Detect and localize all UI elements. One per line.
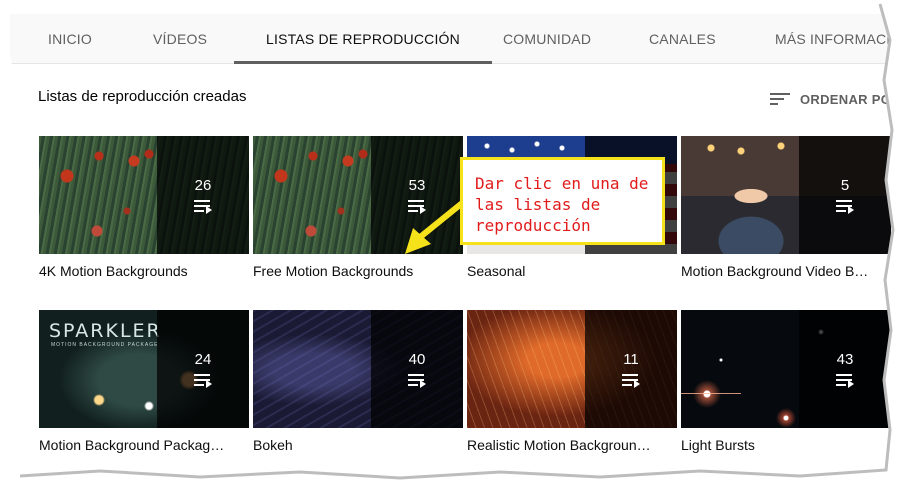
video-count: 26 bbox=[194, 176, 212, 194]
playlist-thumbnail[interactable]: 11 bbox=[467, 310, 677, 428]
playlist-title[interactable]: Bokeh bbox=[253, 437, 463, 453]
playlist-count-overlay: 24 bbox=[157, 310, 249, 428]
sort-icon bbox=[770, 92, 790, 106]
playlist-thumbnail[interactable]: 40 bbox=[253, 310, 463, 428]
playlist-icon bbox=[836, 199, 854, 214]
playlist-count-overlay: 43 bbox=[799, 310, 891, 428]
playlist-count-overlay: 11 bbox=[585, 310, 677, 428]
playlist-thumbnail[interactable]: 43 bbox=[681, 310, 891, 428]
tab-videos[interactable]: VÍDEOS bbox=[153, 14, 207, 64]
playlist-count-overlay: 5 bbox=[799, 136, 891, 254]
playlist-icon bbox=[194, 373, 212, 388]
video-count: 53 bbox=[408, 176, 426, 194]
playlist-title[interactable]: Light Bursts bbox=[681, 437, 891, 453]
video-count: 40 bbox=[408, 350, 426, 368]
playlist-title[interactable]: Seasonal bbox=[467, 263, 677, 279]
playlist-icon bbox=[622, 373, 640, 388]
tab-inicio[interactable]: INICIO bbox=[48, 14, 92, 64]
playlist-title[interactable]: Motion Background Video B… bbox=[681, 263, 891, 279]
annotation-callout: Dar clic en una de las listas de reprodu… bbox=[460, 157, 665, 245]
video-count: 24 bbox=[194, 350, 212, 368]
video-count: 11 bbox=[623, 350, 639, 368]
tab-about[interactable]: MÁS INFORMACIÓN bbox=[775, 14, 912, 64]
playlist-thumbnail[interactable]: 26 bbox=[39, 136, 249, 254]
tab-playlists[interactable]: LISTAS DE REPRODUCCIÓN bbox=[234, 14, 492, 64]
annotation-text-line: las listas de bbox=[475, 195, 601, 214]
video-count: 5 bbox=[840, 176, 850, 194]
playlist-icon bbox=[194, 199, 212, 214]
sort-by-label: ORDENAR POR bbox=[800, 91, 901, 107]
playlist-count-overlay: 26 bbox=[157, 136, 249, 254]
tab-community[interactable]: COMUNIDAD bbox=[503, 14, 591, 64]
annotation-text-line: Dar clic en una de bbox=[475, 174, 649, 193]
playlist-thumbnail[interactable]: 5 bbox=[681, 136, 891, 254]
thumbnail-logo-text: SPARKLER bbox=[49, 320, 162, 342]
playlist-card[interactable]: 43 Light Bursts bbox=[681, 310, 891, 453]
thumbnail-logo-subtext: MOTION BACKGROUND PACKAGE bbox=[51, 342, 159, 348]
playlist-card[interactable]: 5 Motion Background Video B… bbox=[681, 136, 891, 279]
playlist-title[interactable]: Free Motion Backgrounds bbox=[253, 263, 463, 279]
tab-channels[interactable]: CANALES bbox=[649, 14, 716, 64]
playlist-card[interactable]: 40 Bokeh bbox=[253, 310, 463, 453]
playlist-title[interactable]: 4K Motion Backgrounds bbox=[39, 263, 249, 279]
youtube-channel-page: INICIO VÍDEOS LISTAS DE REPRODUCCIÓN COM… bbox=[0, 0, 915, 489]
playlist-icon bbox=[836, 373, 854, 388]
video-count: 43 bbox=[836, 350, 854, 368]
channel-tab-bar: INICIO VÍDEOS LISTAS DE REPRODUCCIÓN COM… bbox=[10, 14, 912, 64]
playlist-card[interactable]: 26 4K Motion Backgrounds bbox=[39, 136, 249, 279]
playlist-card[interactable]: SPARKLER MOTION BACKGROUND PACKAGE 24 Mo… bbox=[39, 310, 249, 453]
sort-by-button[interactable]: ORDENAR POR bbox=[770, 88, 901, 110]
playlist-card[interactable]: 11 Realistic Motion Backgroun… bbox=[467, 310, 677, 453]
annotation-text-line: reproducción bbox=[475, 216, 591, 235]
playlist-thumbnail[interactable]: SPARKLER MOTION BACKGROUND PACKAGE 24 bbox=[39, 310, 249, 428]
section-title: Listas de reproducción creadas bbox=[38, 88, 247, 105]
playlist-title[interactable]: Motion Background Packag… bbox=[39, 437, 249, 453]
playlist-count-overlay: 40 bbox=[371, 310, 463, 428]
playlist-title[interactable]: Realistic Motion Backgroun… bbox=[467, 437, 677, 453]
playlist-icon bbox=[408, 373, 426, 388]
